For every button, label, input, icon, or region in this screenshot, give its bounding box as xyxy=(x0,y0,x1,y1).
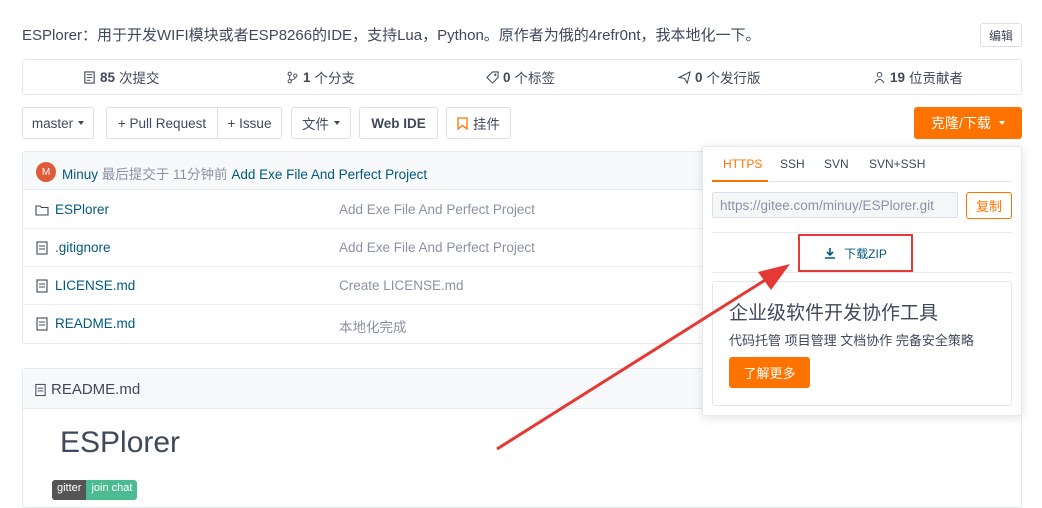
releases-stat[interactable]: 0 个发行版 xyxy=(678,60,761,94)
table-row[interactable]: LICENSE.md Create LICENSE.md xyxy=(23,267,721,305)
widget-button[interactable]: 挂件 xyxy=(446,107,511,139)
file-name-link[interactable]: README.md xyxy=(55,316,135,331)
chevron-down-icon xyxy=(78,121,85,125)
commit-time: 11分钟前 xyxy=(173,167,228,182)
folder-icon xyxy=(35,205,49,216)
contributors-label: 位贡献者 xyxy=(909,71,964,86)
tab-svn[interactable]: SVN xyxy=(824,157,849,171)
files-dropdown[interactable]: 文件 xyxy=(291,107,351,139)
commits-stat[interactable]: 85 次提交 xyxy=(83,60,160,94)
tab-svn-ssh[interactable]: SVN+SSH xyxy=(869,157,925,171)
badge-left: gitter xyxy=(52,480,87,500)
issue-button[interactable]: + Issue xyxy=(217,107,282,139)
file-name-link[interactable]: ESPlorer xyxy=(55,202,109,217)
badge-right: join chat xyxy=(86,480,138,500)
readme-heading: ESPlorer xyxy=(60,426,181,459)
commit-message-link[interactable]: Add Exe File And Perfect Project xyxy=(231,167,427,182)
contributors-count: 19 xyxy=(890,69,906,85)
file-icon xyxy=(36,317,48,331)
tab-https[interactable]: HTTPS xyxy=(723,157,762,171)
commit-author-link[interactable]: Minuy xyxy=(62,167,98,182)
chevron-down-icon xyxy=(334,121,340,125)
contributors-icon xyxy=(874,71,885,83)
file-commit-message[interactable]: Add Exe File And Perfect Project xyxy=(339,202,535,217)
copy-url-button[interactable]: 复制 xyxy=(966,192,1012,219)
edit-description-button[interactable]: 编辑 xyxy=(980,23,1022,47)
active-tab-indicator xyxy=(712,180,768,182)
clone-url-input[interactable] xyxy=(712,192,958,218)
readme-title: README.md xyxy=(34,381,140,398)
file-name-link[interactable]: .gitignore xyxy=(55,240,111,255)
bookmark-icon xyxy=(457,116,468,130)
releases-label: 个发行版 xyxy=(706,71,761,86)
tags-stat[interactable]: 0 个标签 xyxy=(486,60,555,94)
download-zip-button[interactable]: 下载ZIP xyxy=(798,234,913,272)
commits-label: 次提交 xyxy=(119,71,160,86)
tab-ssh[interactable]: SSH xyxy=(780,157,805,171)
releases-count: 0 xyxy=(695,69,703,85)
tags-count: 0 xyxy=(503,69,511,85)
branch-select-label: master xyxy=(31,115,74,131)
tags-label: 个标签 xyxy=(514,71,556,86)
readme-file-name: README.md xyxy=(51,381,141,398)
web-ide-button[interactable]: Web IDE xyxy=(359,107,438,139)
clone-download-label: 克隆/下载 xyxy=(931,115,991,131)
release-icon xyxy=(678,70,691,84)
branch-select[interactable]: master xyxy=(22,107,94,139)
file-commit-message[interactable]: Add Exe File And Perfect Project xyxy=(339,240,535,255)
file-icon xyxy=(36,241,48,255)
file-icon xyxy=(36,279,48,293)
branch-icon xyxy=(287,71,298,83)
divider xyxy=(712,272,1012,273)
divider xyxy=(712,232,1012,233)
table-row[interactable]: ESPlorer Add Exe File And Perfect Projec… xyxy=(23,191,721,229)
commit-icon xyxy=(84,70,95,84)
chevron-down-icon xyxy=(998,121,1005,125)
table-row[interactable]: README.md 本地化完成 xyxy=(23,305,721,343)
file-commit-message[interactable]: Create LICENSE.md xyxy=(339,278,464,293)
file-icon xyxy=(35,383,46,396)
widget-button-label: 挂件 xyxy=(473,117,500,132)
promo-subtitle: 代码托管 项目管理 文档协作 完备安全策略 xyxy=(729,333,974,348)
branches-count: 1 xyxy=(303,69,311,85)
commit-label: 最后提交于 xyxy=(101,167,170,182)
download-icon xyxy=(825,248,836,259)
repo-stats-bar: 85 次提交 1 个分支 0 个标签 0 个发行版 19 位贡献者 xyxy=(22,59,1022,95)
branches-stat[interactable]: 1 个分支 xyxy=(286,60,355,94)
clone-download-button[interactable]: 克隆/下载 xyxy=(914,107,1022,139)
tag-icon xyxy=(486,70,499,84)
branches-label: 个分支 xyxy=(314,71,356,86)
pull-request-button[interactable]: + Pull Request xyxy=(106,107,218,139)
learn-more-button[interactable]: 了解更多 xyxy=(729,357,810,388)
avatar[interactable]: M xyxy=(36,162,56,182)
promo-title: 企业级软件开发协作工具 xyxy=(729,303,939,324)
commits-count: 85 xyxy=(100,69,116,85)
download-zip-label: 下载ZIP xyxy=(844,246,887,261)
file-commit-message[interactable]: 本地化完成 xyxy=(339,316,407,336)
contributors-stat[interactable]: 19 位贡献者 xyxy=(873,60,963,94)
gitter-badge[interactable]: gitter join chat xyxy=(52,480,138,500)
table-row[interactable]: .gitignore Add Exe File And Perfect Proj… xyxy=(23,229,721,267)
file-name-link[interactable]: LICENSE.md xyxy=(55,278,135,293)
latest-commit-info: Minuy 最后提交于 11分钟前 Add Exe File And Perfe… xyxy=(62,163,427,183)
repo-description: ESPlorer：用于开发WIFI模块或者ESP8266的IDE，支持Lua，P… xyxy=(22,27,761,44)
files-dropdown-label: 文件 xyxy=(302,117,329,132)
